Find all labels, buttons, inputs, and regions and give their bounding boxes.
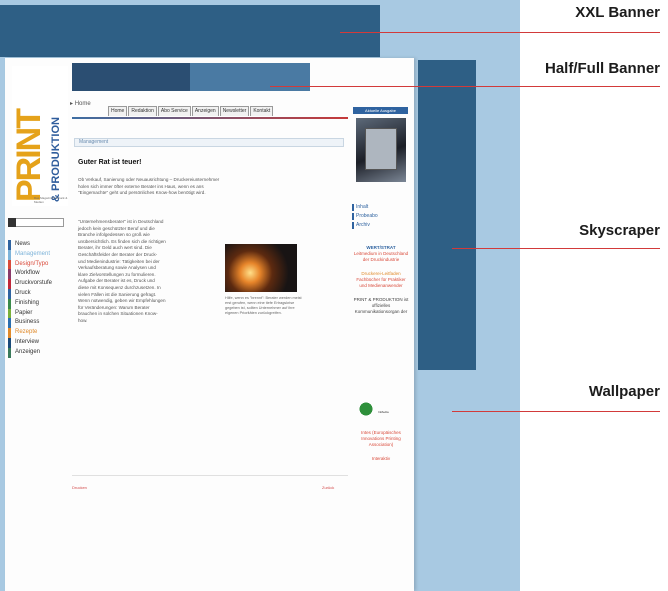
xxl-callout-line <box>340 32 660 33</box>
nav-item-label: Rezepte <box>15 329 38 336</box>
left-nav: News Management Design/Typo Workflow Dru… <box>8 240 64 358</box>
interaktiv-link[interactable]: Interaktiv <box>352 456 410 462</box>
nav-item-label: Finishing <box>15 299 40 306</box>
half-callout-line <box>270 86 660 87</box>
skyscraper-banner <box>418 60 476 370</box>
skyscraper-callout-line <box>452 248 660 249</box>
xxl-banner-label: XXL Banner <box>575 4 660 21</box>
section-label: Management <box>74 138 344 147</box>
half-full-banner-label: Half/Full Banner <box>544 60 660 77</box>
article-headline: Guter Rat ist teuer! <box>78 159 142 166</box>
nav-item[interactable]: Business <box>8 318 64 329</box>
tab-redaktion[interactable]: Redaktion <box>128 106 157 116</box>
nav-item-label: Design/Typo <box>15 260 49 267</box>
print-link[interactable]: Drucken <box>72 485 348 491</box>
tab-anzeigen[interactable]: Anzeigen <box>191 106 219 116</box>
tabs-divider <box>72 117 348 119</box>
link-archiv[interactable]: Archiv <box>352 222 410 229</box>
partner-text[interactable]: Leitmedium in Deutschland der Druckindus… <box>352 251 410 263</box>
logo[interactable]: PRINT & PRODUKTION <box>10 66 68 206</box>
nav-item-label: Workflow <box>15 270 40 277</box>
link-inhalt[interactable]: Inhalt <box>352 204 410 211</box>
nav-item[interactable]: Papier <box>8 308 64 319</box>
nav-item[interactable]: Anzeigen <box>8 347 64 358</box>
xxl-banner <box>0 5 380 57</box>
breadcrumb-label: Home <box>74 101 91 107</box>
inmedia-text[interactable]: Intes (Europäisches Innovations Printing… <box>352 430 410 448</box>
back-link[interactable]: Zurück <box>322 485 334 490</box>
official-text: PRINT & PRODUKTION ist offizielles Kommu… <box>353 297 409 314</box>
right-links: Inhalt Probeabo Archiv <box>352 204 410 231</box>
nav-item-label: News <box>15 241 31 247</box>
nav-item[interactable]: Interview <box>8 337 64 348</box>
logo-tagline: Das Magazin für Druck & Medien <box>34 196 68 204</box>
nav-item[interactable]: Rezepte <box>8 328 64 338</box>
tab-home[interactable]: Home <box>108 106 128 116</box>
nav-item-label: Business <box>15 319 40 326</box>
nav-item[interactable]: Finishing <box>8 298 64 309</box>
nav-item-label: Papier <box>15 309 33 316</box>
nav-item[interactable]: Design/Typo <box>8 259 64 270</box>
article-intro: Ob Verkauf, Sanierung oder Neuausrichtun… <box>78 177 220 196</box>
article-photo <box>225 244 297 292</box>
nav-item-label: Anzeigen <box>15 348 41 355</box>
search-button[interactable] <box>8 218 16 227</box>
tab-newsletter[interactable]: Newsletter <box>219 106 250 116</box>
wallpaper-label: Wallpaper <box>588 383 660 400</box>
skyscraper-label: Skyscraper <box>579 222 660 239</box>
inmedia-label: InMedia <box>378 410 389 414</box>
photo-caption: Hilfe, wenn es "brennt": Berater werden … <box>225 296 302 315</box>
footer-divider <box>72 475 348 476</box>
half-banner-dark <box>72 63 190 91</box>
tab-kontakt[interactable]: Kontakt <box>250 106 274 116</box>
nav-item[interactable]: Workflow <box>8 269 64 280</box>
article-body: "Unternehmensberater" ist in Deutschland… <box>78 219 166 323</box>
nav-item-label: Druckvorstufe <box>15 280 53 287</box>
right-bottom: Intes (Europäisches Innovations Printing… <box>352 430 410 462</box>
right-promos: WERT/STRAT Leitmedium in Deutschland der… <box>352 245 410 315</box>
nav-item-label: Interview <box>15 338 40 345</box>
guides-text[interactable]: Fachbücher für Praktiker und Medienanwen… <box>352 277 410 289</box>
current-issue-header[interactable]: Aktuelle Ausgabe <box>353 107 408 114</box>
tab-abo-service[interactable]: Abo Service <box>157 106 191 116</box>
top-tabs: Home Redaktion Abo Service Anzeigen News… <box>108 106 274 116</box>
cover-image <box>365 128 397 170</box>
breadcrumb[interactable]: ▸ Home <box>70 100 91 107</box>
logo-produktion-text: & PRODUKTION <box>50 117 62 202</box>
nav-item[interactable]: Management <box>8 249 64 260</box>
wallpaper-callout-line <box>452 411 660 412</box>
logo-print-text: PRINT <box>10 110 48 202</box>
inmedia-logo[interactable] <box>355 400 377 418</box>
nav-item-label: Management <box>15 250 51 257</box>
search-input[interactable] <box>8 218 64 227</box>
nav-item-label: Druck <box>15 289 31 296</box>
nav-item[interactable]: News <box>8 240 64 250</box>
nav-item[interactable]: Druck <box>8 288 64 299</box>
link-probeabo[interactable]: Probeabo <box>352 213 410 220</box>
nav-item[interactable]: Druckvorstufe <box>8 279 64 289</box>
